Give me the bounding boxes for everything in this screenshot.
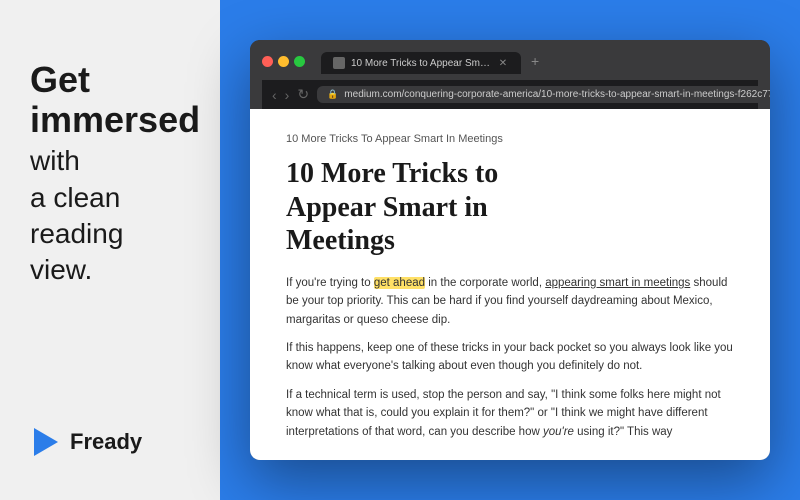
back-button[interactable]: ‹: [272, 87, 277, 103]
tab-bar: 10 More Tricks to Appear Sma… ✕ +: [321, 48, 547, 74]
article-body: If you're trying to get ahead in the cor…: [286, 274, 734, 441]
traffic-light-green[interactable]: [294, 56, 305, 67]
browser-content: 10 More Tricks To Appear Smart In Meetin…: [250, 109, 770, 460]
tab-title: 10 More Tricks to Appear Sma…: [351, 58, 491, 69]
highlight-get-ahead: get ahead: [374, 277, 425, 289]
browser-chrome: 10 More Tricks to Appear Sma… ✕ + ‹ › ↻ …: [250, 40, 770, 109]
tagline-line1: Get: [30, 60, 190, 100]
forward-button[interactable]: ›: [285, 87, 290, 103]
content-inner: 10 More Tricks To Appear Smart In Meetin…: [250, 109, 770, 460]
browser-tab-active[interactable]: 10 More Tricks to Appear Sma… ✕: [321, 52, 521, 74]
fready-logo-icon: [30, 424, 62, 460]
tagline: Get immersed witha cleanreadingview.: [30, 60, 190, 289]
refresh-button[interactable]: ↻: [297, 86, 309, 103]
article-breadcrumb: 10 More Tricks To Appear Smart In Meetin…: [286, 133, 734, 145]
article-paragraph-3: If a technical term is used, stop the pe…: [286, 386, 734, 441]
tab-close-icon[interactable]: ✕: [497, 57, 509, 69]
tagline-line2: immersed: [30, 100, 190, 140]
article-main-title: 10 More Tricks toAppear Smart inMeetings: [286, 157, 734, 258]
traffic-lights: [262, 56, 305, 67]
traffic-light-red[interactable]: [262, 56, 273, 67]
left-panel: Get immersed witha cleanreadingview. Fre…: [0, 0, 220, 500]
new-tab-button[interactable]: +: [523, 48, 547, 74]
browser-top-row: 10 More Tricks to Appear Sma… ✕ +: [262, 48, 758, 74]
url-text: medium.com/conquering-corporate-america/…: [344, 89, 770, 100]
address-bar-row: ‹ › ↻ 🔒 medium.com/conquering-corporate-…: [262, 80, 758, 109]
traffic-light-yellow[interactable]: [278, 56, 289, 67]
address-bar[interactable]: 🔒 medium.com/conquering-corporate-americ…: [317, 86, 770, 103]
article-paragraph-2: If this happens, keep one of these trick…: [286, 339, 734, 376]
lock-icon: 🔒: [327, 89, 338, 100]
article-paragraph-1: If you're trying to get ahead in the cor…: [286, 274, 734, 329]
logo-area: Fready: [30, 424, 190, 460]
right-panel: 10 More Tricks to Appear Sma… ✕ + ‹ › ↻ …: [220, 0, 800, 500]
highlight-smart-meetings: appearing smart in meetings: [545, 277, 690, 289]
tagline-rest: witha cleanreadingview.: [30, 143, 190, 289]
tab-favicon: [333, 57, 345, 69]
logo-text: Fready: [70, 429, 142, 455]
browser-window: 10 More Tricks to Appear Sma… ✕ + ‹ › ↻ …: [250, 40, 770, 460]
